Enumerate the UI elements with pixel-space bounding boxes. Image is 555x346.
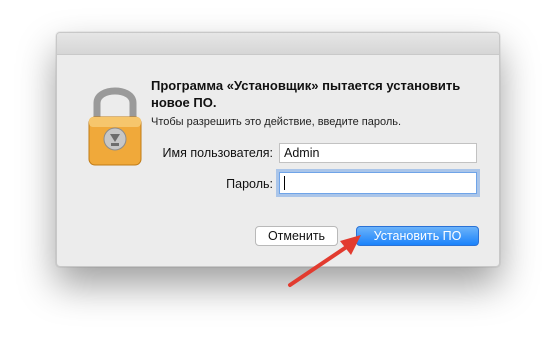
- install-software-button[interactable]: Установить ПО: [356, 226, 479, 246]
- authentication-dialog: Программа «Установщик» пытается установи…: [56, 32, 500, 267]
- username-label: Имя пользователя:: [162, 146, 273, 160]
- dialog-message: Чтобы разрешить это действие, введите па…: [151, 116, 402, 128]
- username-field[interactable]: Admin: [279, 143, 477, 163]
- password-label: Пароль:: [226, 177, 273, 191]
- cancel-button[interactable]: Отменить: [255, 226, 338, 246]
- dialog-titlebar: [57, 33, 499, 55]
- password-field[interactable]: [279, 172, 477, 194]
- text-caret: [284, 176, 285, 190]
- screenshot-stage: Программа «Установщик» пытается установи…: [0, 0, 555, 346]
- dialog-heading: Программа «Установщик» пытается установи…: [151, 78, 461, 110]
